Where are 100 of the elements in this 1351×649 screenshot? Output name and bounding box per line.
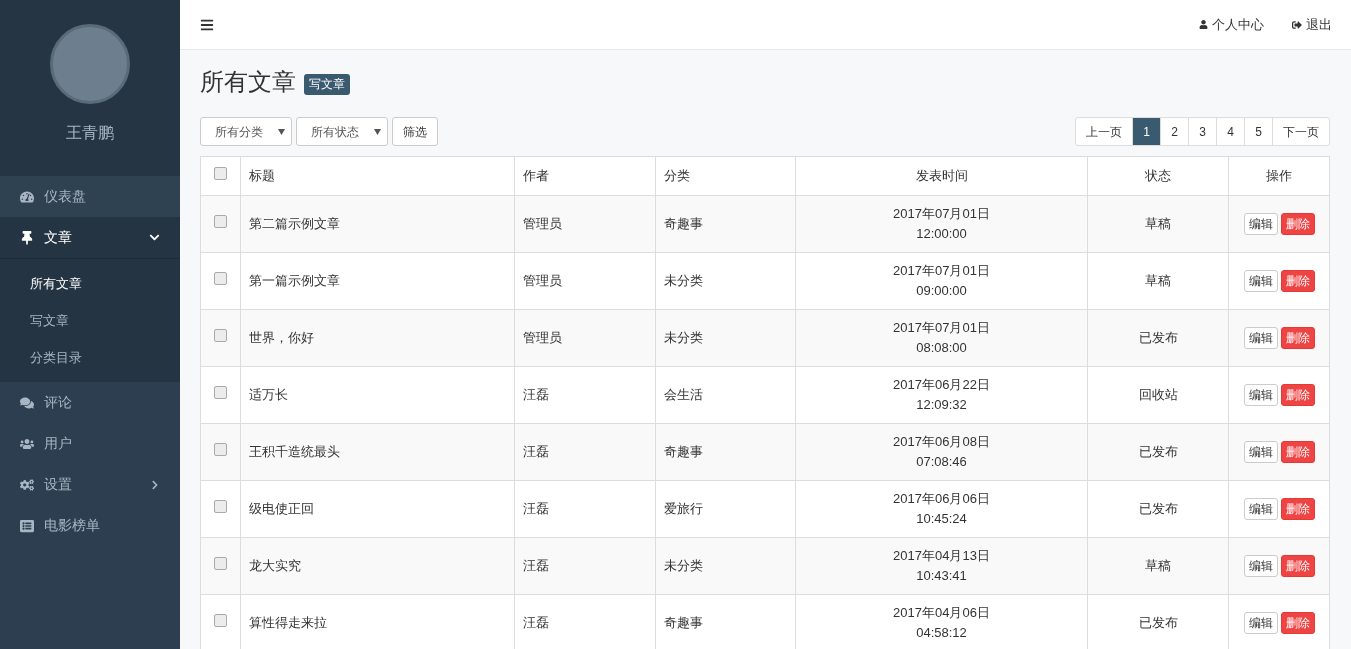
delete-button[interactable]: 删除 (1280, 498, 1315, 520)
delete-button[interactable]: 删除 (1280, 327, 1315, 349)
checkbox[interactable] (214, 614, 227, 628)
column-header: 分类 (655, 156, 796, 196)
new-post-button[interactable]: 写文章 (304, 73, 350, 95)
table-cell: 世界，你好 (240, 309, 515, 367)
delete-button[interactable]: 删除 (1280, 612, 1315, 634)
gears-icon (20, 477, 34, 492)
sign-out-icon (1292, 19, 1302, 30)
column-header: 作者 (514, 156, 656, 196)
list-icon (20, 518, 34, 533)
date-text: 2017年06月22日 (893, 376, 990, 394)
dashboard-icon (20, 189, 34, 204)
checkbox[interactable] (214, 329, 227, 343)
delete-button[interactable]: 删除 (1280, 213, 1315, 235)
comments-icon (20, 395, 34, 410)
sidebar-label: 评论 (44, 393, 73, 412)
delete-button[interactable]: 删除 (1280, 555, 1315, 577)
date-text: 2017年04月06日 (893, 604, 990, 622)
table-cell: 已发布 (1087, 480, 1229, 538)
edit-button[interactable]: 编辑 (1243, 555, 1278, 577)
checkbox[interactable] (214, 272, 227, 286)
table-cell: 草稿 (1087, 195, 1229, 253)
table-cell: 汪磊 (514, 537, 656, 595)
table-cell: 级电使正回 (240, 480, 515, 538)
delete-button[interactable]: 删除 (1280, 384, 1315, 406)
edit-button[interactable]: 编辑 (1243, 327, 1278, 349)
sidebar-item[interactable]: 文章 (0, 217, 180, 258)
page-link[interactable]: 3 (1189, 118, 1217, 145)
table-cell: 未分类 (655, 537, 796, 595)
table-cell: 汪磊 (514, 480, 656, 538)
table-cell: 回收站 (1087, 366, 1229, 424)
date-text: 2017年07月01日 (893, 262, 990, 280)
time-text: 08:08:00 (916, 339, 967, 357)
sidebar-item[interactable]: 仪表盘 (0, 176, 180, 217)
page-link[interactable]: 4 (1217, 118, 1245, 145)
filter-select[interactable]: 所有状态 (296, 117, 388, 146)
time-text: 09:00:00 (916, 282, 967, 300)
sidebar-item[interactable]: 评论 (0, 382, 180, 423)
page-link[interactable]: 2 (1161, 118, 1189, 145)
table-cell: 汪磊 (514, 366, 656, 424)
time-text: 10:43:41 (916, 567, 967, 585)
date-text: 2017年06月06日 (893, 490, 990, 508)
page-link[interactable]: 5 (1245, 118, 1273, 145)
sidebar-label: 文章 (44, 228, 73, 247)
delete-button[interactable]: 删除 (1280, 270, 1315, 292)
table-cell: 适万长 (240, 366, 515, 424)
time-text: 04:58:12 (916, 624, 967, 642)
sidebar-item[interactable]: 电影榜单 (0, 505, 180, 546)
edit-button[interactable]: 编辑 (1243, 441, 1278, 463)
edit-button[interactable]: 编辑 (1243, 498, 1278, 520)
submenu-item[interactable]: 分类目录 (0, 339, 180, 376)
checkbox[interactable] (214, 215, 227, 229)
table-cell: 管理员 (514, 309, 656, 367)
sidebar-label: 电影榜单 (44, 516, 101, 535)
table-cell: 草稿 (1087, 537, 1229, 595)
sidebar-item[interactable]: 设置 (0, 464, 180, 505)
users-icon (20, 436, 34, 451)
next-page-link[interactable]: 下一页 (1273, 118, 1329, 145)
table-cell: 未分类 (655, 309, 796, 367)
table-cell: 已发布 (1087, 309, 1229, 367)
page-title: 所有文章 (200, 67, 296, 97)
filter-button[interactable]: 筛选 (392, 117, 438, 146)
table-cell: 会生活 (655, 366, 796, 424)
table-cell: 奇趣事 (655, 195, 796, 253)
user-icon (1199, 20, 1208, 29)
column-header: 状态 (1087, 156, 1229, 196)
top-link[interactable]: 退出 (1292, 14, 1332, 35)
table-cell: 未分类 (655, 252, 796, 310)
edit-button[interactable]: 编辑 (1243, 270, 1278, 292)
checkbox[interactable] (214, 386, 227, 400)
time-text: 10:45:24 (916, 510, 967, 528)
sidebar-item[interactable]: 用户 (0, 423, 180, 464)
time-text: 07:08:46 (916, 453, 967, 471)
sidebar-label: 用户 (44, 434, 73, 453)
checkbox[interactable] (214, 500, 227, 514)
edit-button[interactable]: 编辑 (1243, 384, 1278, 406)
table-cell: 汪磊 (514, 423, 656, 481)
date-text: 2017年07月01日 (893, 205, 990, 223)
filter-select[interactable]: 所有分类 (200, 117, 292, 146)
table-cell: 龙大实究 (240, 537, 515, 595)
checkbox[interactable] (214, 557, 227, 571)
edit-button[interactable]: 编辑 (1243, 612, 1278, 634)
page-link[interactable]: 1 (1133, 118, 1161, 145)
table-cell: 管理员 (514, 252, 656, 310)
edit-button[interactable]: 编辑 (1243, 213, 1278, 235)
submenu-item[interactable]: 写文章 (0, 302, 180, 339)
delete-button[interactable]: 删除 (1280, 441, 1315, 463)
checkbox[interactable] (214, 443, 227, 457)
column-header: 发表时间 (795, 156, 1088, 196)
table-cell: 奇趣事 (655, 423, 796, 481)
top-link[interactable]: 个人中心 (1199, 14, 1264, 35)
pin-icon (20, 230, 34, 245)
submenu-item[interactable]: 所有文章 (0, 265, 180, 302)
sidebar-label: 设置 (44, 475, 73, 494)
date-text: 2017年04月13日 (893, 547, 990, 565)
table-cell: 王积千造统最头 (240, 423, 515, 481)
checkbox[interactable] (214, 167, 227, 181)
column-header: 标题 (240, 156, 515, 196)
menu-icon[interactable] (200, 17, 214, 32)
